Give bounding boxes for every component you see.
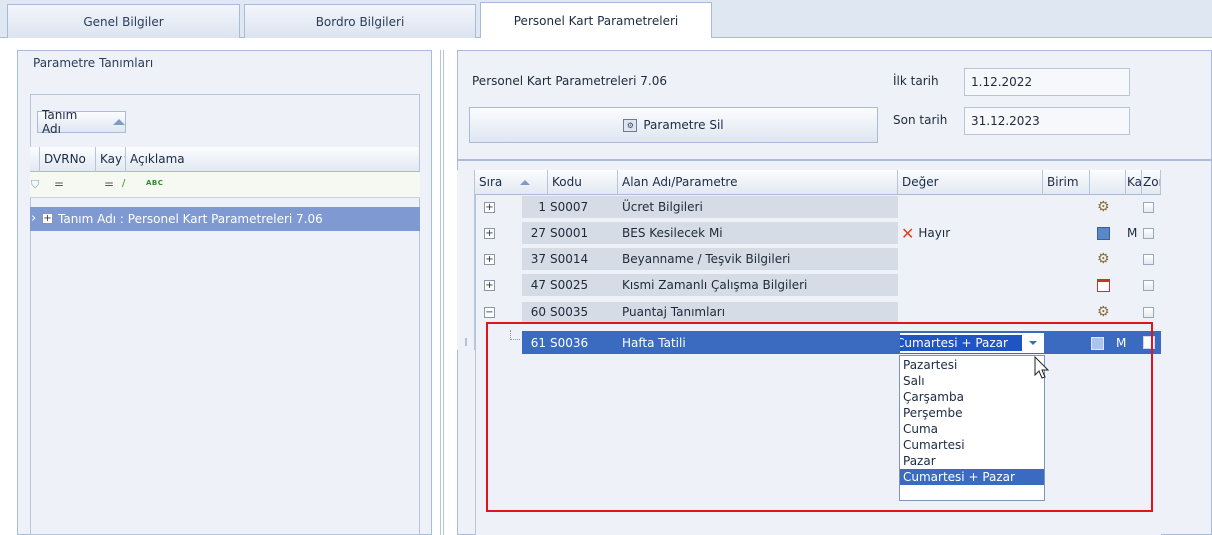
son-tarih-label: Son tarih bbox=[893, 113, 948, 127]
zorunlu-checkbox[interactable] bbox=[1143, 201, 1154, 213]
alan-cell: Kısmi Zamanlı Çalışma Bilgileri bbox=[618, 274, 898, 296]
sort-up-icon bbox=[520, 179, 531, 185]
panel-title: Parametre Tanımları bbox=[33, 56, 154, 70]
ilk-tarih-field[interactable]: 1.12.2022 bbox=[964, 68, 1130, 96]
kodu-cell: S0014 bbox=[548, 248, 618, 270]
filter-op-kay[interactable]: = bbox=[104, 177, 114, 191]
sort-up-icon bbox=[113, 119, 125, 125]
col-kay[interactable]: Kay▿ bbox=[96, 147, 126, 172]
expand-icon[interactable]: + bbox=[484, 279, 495, 291]
alan-cell: Beyanname / Teşvik Bilgileri bbox=[618, 248, 898, 270]
calendar-settings-icon[interactable] bbox=[1097, 274, 1113, 296]
col-dvrno[interactable]: DVRNo bbox=[40, 147, 96, 172]
kodu-cell: S0001 bbox=[548, 222, 618, 244]
sira-cell: 47 bbox=[522, 274, 548, 296]
tab-genel-bilgiler[interactable]: Genel Bilgiler bbox=[7, 4, 240, 38]
sira-cell: 1 bbox=[522, 196, 548, 218]
col-icon[interactable] bbox=[1090, 170, 1126, 195]
abc-icon: ABC bbox=[146, 179, 164, 187]
tab-bordro-bilgileri[interactable]: Bordro Bilgileri bbox=[244, 4, 476, 38]
zorunlu-checkbox[interactable] bbox=[1143, 253, 1154, 265]
edit-row-indicator-icon: I bbox=[464, 336, 468, 349]
sira-cell: 60 bbox=[522, 302, 548, 322]
parametre-sil-button[interactable]: ⚙ Parametre Sil bbox=[469, 107, 878, 143]
zorunlu-checkbox[interactable] bbox=[1143, 227, 1154, 239]
col-ka[interactable]: Ka bbox=[1126, 170, 1142, 195]
son-tarih-field[interactable]: 31.12.2023 bbox=[964, 107, 1130, 135]
expand-icon[interactable]: + bbox=[484, 253, 495, 265]
ilk-tarih-label: İlk tarih bbox=[893, 74, 939, 88]
expand-icon[interactable]: + bbox=[484, 201, 495, 213]
zorunlu-checkbox[interactable] bbox=[1143, 279, 1154, 291]
col-alan-adi[interactable]: Alan Adı/Parametre bbox=[618, 170, 898, 195]
col-deger[interactable]: Değer bbox=[898, 170, 1043, 195]
table-row[interactable]: − 60 S0035 Puantaj Tanımları ⚙ bbox=[475, 302, 1161, 322]
zorunlu-checkbox[interactable] bbox=[1143, 306, 1154, 318]
highlight-box bbox=[486, 322, 1153, 512]
ka-cell: M bbox=[1127, 226, 1138, 240]
row-indicator-icon: › bbox=[31, 211, 37, 226]
alan-cell: Ücret Bilgileri bbox=[618, 196, 898, 218]
table-row[interactable]: + 47 S0025 Kısmi Zamanlı Çalışma Bilgile… bbox=[475, 274, 1161, 296]
col-birim[interactable]: Birim bbox=[1043, 170, 1090, 195]
deger-cell[interactable]: ✕ Hayır bbox=[901, 222, 1041, 244]
filter-op-dvrno[interactable]: = bbox=[54, 177, 64, 191]
table-row[interactable]: + 27 S0001 BES Kesilecek Mi ✕ Hayır M bbox=[475, 222, 1161, 244]
sira-cell: 37 bbox=[522, 248, 548, 270]
kodu-cell: S0007 bbox=[548, 196, 618, 218]
alan-cell: Puantaj Tanımları bbox=[618, 302, 898, 322]
col-zor[interactable]: Zor bbox=[1142, 170, 1161, 195]
delete-parameter-icon: ⚙ bbox=[623, 118, 638, 132]
no-icon: ✕ bbox=[901, 223, 915, 243]
group-row-label: Tanım Adı : Personel Kart Parametreleri … bbox=[58, 212, 323, 226]
filter-pencil-icon: / bbox=[122, 178, 126, 189]
expand-icon[interactable]: + bbox=[42, 213, 53, 224]
edit-document-icon[interactable] bbox=[1097, 222, 1113, 244]
alan-cell: BES Kesilecek Mi bbox=[618, 222, 898, 244]
table-row[interactable]: + 1 S0007 Ücret Bilgileri ⚙ bbox=[475, 196, 1161, 218]
splitter[interactable] bbox=[440, 50, 444, 535]
sira-cell: 27 bbox=[522, 222, 548, 244]
parameter-info-panel bbox=[457, 50, 1212, 160]
settings-person-icon[interactable]: ⚙ bbox=[1097, 248, 1113, 270]
settings-person-icon[interactable]: ⚙ bbox=[1097, 196, 1113, 218]
parameter-name: Personel Kart Parametreleri 7.06 bbox=[472, 74, 668, 88]
table-row[interactable]: + 37 S0014 Beyanname / Teşvik Bilgileri … bbox=[475, 248, 1161, 270]
collapse-icon[interactable]: − bbox=[484, 306, 495, 318]
filter-icon: ⛉ bbox=[31, 178, 40, 191]
group-by-tanim-adi[interactable]: Tanım Adı bbox=[37, 108, 126, 136]
filter-row bbox=[30, 172, 420, 198]
col-aciklama[interactable]: Açıklama bbox=[126, 147, 420, 172]
kodu-cell: S0025 bbox=[548, 274, 618, 296]
settings-person-icon[interactable]: ⚙ bbox=[1097, 302, 1113, 322]
kodu-cell: S0035 bbox=[548, 302, 618, 322]
expand-icon[interactable]: + bbox=[484, 227, 495, 239]
tab-personel-kart-parametreleri[interactable]: Personel Kart Parametreleri bbox=[480, 2, 712, 39]
col-sira[interactable]: Sıra bbox=[475, 170, 548, 195]
col-kodu[interactable]: Kodu bbox=[548, 170, 618, 195]
